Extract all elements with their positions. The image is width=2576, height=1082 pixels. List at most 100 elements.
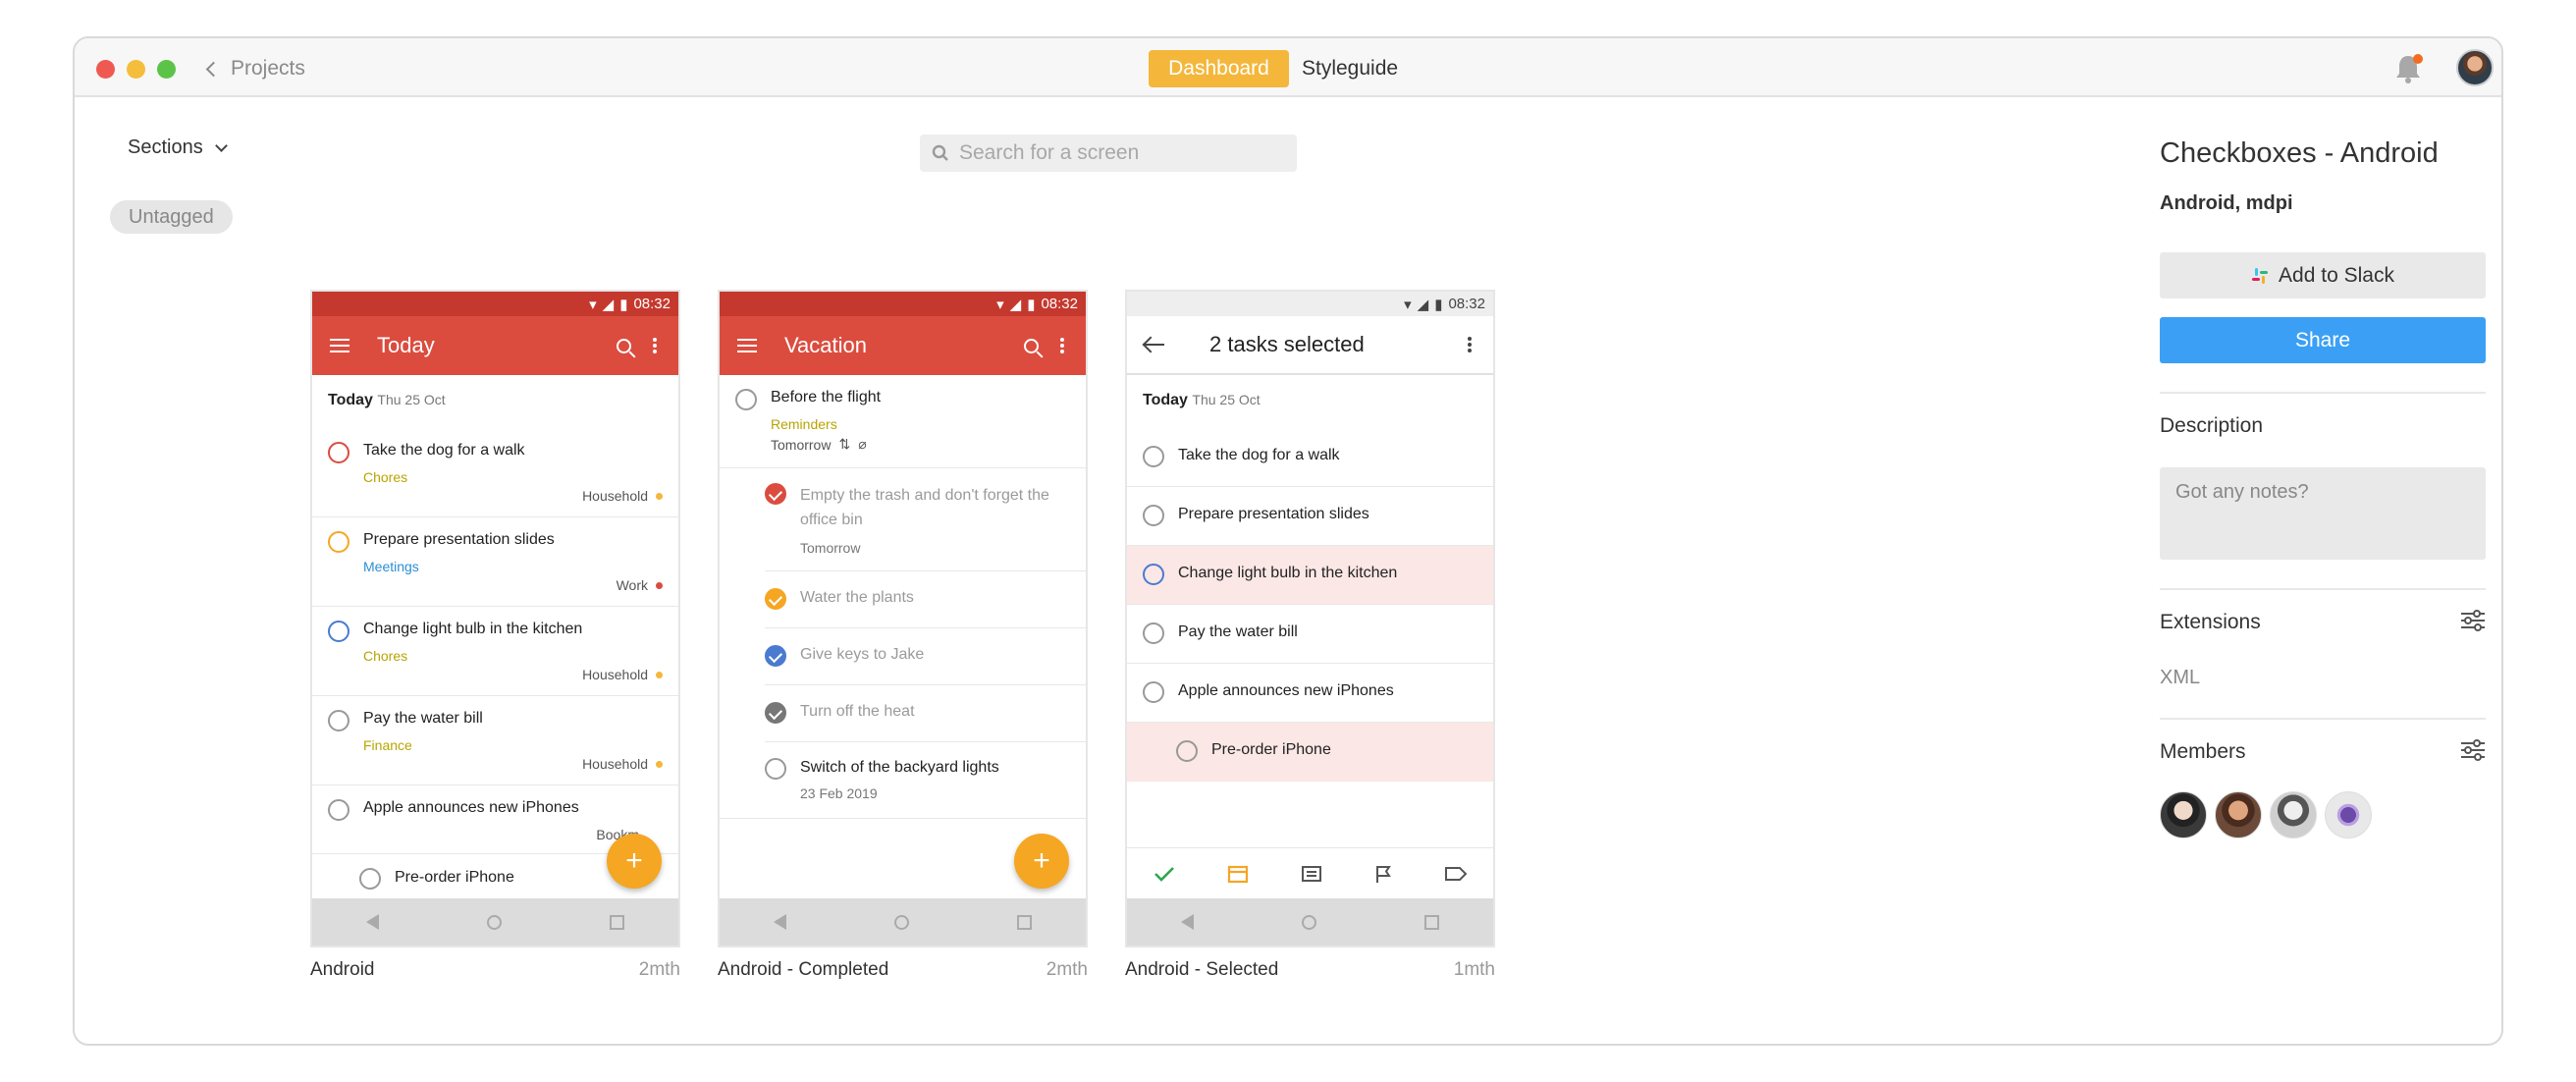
- screen-caption: Android 2mth: [310, 959, 680, 981]
- task-row: Change light bulb in the kitchen Chores …: [312, 607, 678, 696]
- screen-thumbnail[interactable]: ▾ ◢ ▮ 08:32 Vacation Before the flight R…: [718, 290, 1088, 947]
- divider: [2160, 392, 2486, 394]
- nav-home-icon: [487, 914, 502, 930]
- status-time: 08:32: [633, 296, 671, 312]
- back-to-projects-link[interactable]: Projects: [204, 54, 305, 83]
- screen-name[interactable]: Android - Completed: [718, 959, 888, 981]
- checkbox-icon: [328, 442, 349, 463]
- notes-textarea[interactable]: Got any notes?: [2160, 467, 2486, 560]
- more-vert-icon: [1060, 344, 1064, 348]
- task-title: Before the flight: [771, 389, 882, 406]
- android-nav-bar: [720, 898, 1086, 946]
- sections-dropdown[interactable]: Sections: [128, 136, 228, 159]
- app-window: Projects Dashboard Styleguide Sections U…: [73, 36, 2503, 1046]
- screen-name[interactable]: Android - Selected: [1125, 959, 1278, 981]
- selection-toolbar: [1127, 847, 1493, 898]
- task-meta: Tomorrow ⇅ ⌀: [771, 436, 867, 453]
- nav-recents-icon: [1017, 914, 1032, 930]
- project-color-dot: [656, 492, 663, 500]
- tab-dashboard[interactable]: Dashboard: [1149, 50, 1289, 87]
- screen-card-android-completed[interactable]: ▾ ◢ ▮ 08:32 Vacation Before the flight R…: [718, 290, 1088, 981]
- attachment-icon: ⌀: [858, 436, 867, 452]
- screen-thumbnail[interactable]: ▾ ◢ ▮ 08:32 2 tasks selected Today Thu 2…: [1125, 290, 1495, 947]
- task-title: Pre-order iPhone: [395, 869, 514, 886]
- day-date: Thu 25 Oct: [1192, 392, 1261, 407]
- add-to-slack-button[interactable]: Add to Slack: [2160, 252, 2486, 298]
- screen-age: 1mth: [1453, 959, 1495, 980]
- wifi-icon: ▾: [1404, 296, 1412, 313]
- app-bar: Today: [312, 316, 678, 375]
- task-title: Apple announces new iPhones: [1178, 682, 1394, 699]
- zoom-window-button[interactable]: [157, 60, 176, 79]
- back-label: Projects: [231, 57, 305, 80]
- members-heading: Members: [2160, 740, 2246, 763]
- tab-styleguide[interactable]: Styleguide: [1302, 50, 1398, 87]
- task-row: Apple announces new iPhones: [1127, 664, 1493, 723]
- screen-card-android[interactable]: ▾ ◢ ▮ 08:32 Today Today Thu 25 Oct Take …: [310, 290, 680, 981]
- checkbox-icon: [359, 868, 381, 890]
- task-title: Switch of the backyard lights: [800, 759, 999, 776]
- day-label: Today: [328, 392, 373, 408]
- member-avatar[interactable]: [2325, 791, 2372, 839]
- schedule-calendar-icon: [1227, 865, 1248, 883]
- screen-title: Checkboxes - Android: [2160, 137, 2439, 169]
- wifi-icon: ▾: [996, 296, 1004, 313]
- screen-card-android-selected[interactable]: ▾ ◢ ▮ 08:32 2 tasks selected Today Thu 2…: [1125, 290, 1495, 981]
- divider: [2160, 718, 2486, 720]
- task-title: Pay the water bill: [363, 710, 483, 727]
- member-avatar[interactable]: [2215, 791, 2262, 839]
- status-bar: ▾ ◢ ▮ 08:32: [1127, 292, 1493, 316]
- close-window-button[interactable]: [96, 60, 115, 79]
- task-label: Finance: [363, 737, 412, 753]
- extension-xml[interactable]: XML: [2160, 667, 2200, 689]
- user-avatar[interactable]: [2456, 49, 2494, 86]
- task-title: Water the plants: [800, 589, 914, 606]
- day-header: Today Thu 25 Oct: [312, 375, 678, 428]
- arrow-back-icon: [1145, 343, 1164, 347]
- complete-check-icon: [1154, 866, 1174, 882]
- app-bar-title: 2 tasks selected: [1209, 332, 1365, 356]
- task-title: Pre-order iPhone: [1211, 741, 1331, 758]
- task-title: Turn off the heat: [800, 703, 915, 720]
- task-due: 23 Feb 2019: [800, 785, 878, 801]
- screen-caption: Android - Completed 2mth: [718, 959, 1088, 981]
- wifi-icon: ▾: [589, 296, 597, 313]
- untagged-tag[interactable]: Untagged: [110, 200, 233, 234]
- task-label: Chores: [363, 648, 408, 664]
- screen-name[interactable]: Android: [310, 959, 375, 981]
- checkbox-icon: [1143, 564, 1164, 585]
- nav-back-icon: [366, 914, 379, 930]
- notification-bell-icon[interactable]: [2391, 52, 2425, 85]
- screen-thumbnail[interactable]: ▾ ◢ ▮ 08:32 Today Today Thu 25 Oct Take …: [310, 290, 680, 947]
- more-vert-icon: [1468, 343, 1472, 347]
- priority-flag-icon: [1375, 865, 1391, 883]
- project-name: Household: [582, 756, 648, 772]
- task-due: Tomorrow: [800, 540, 861, 556]
- task-title: Prepare presentation slides: [1178, 506, 1369, 522]
- task-row-selected: Change light bulb in the kitchen: [1127, 546, 1493, 605]
- signal-icon: ◢: [1417, 296, 1429, 313]
- task-title: Change light bulb in the kitchen: [363, 621, 583, 637]
- extensions-settings-icon[interactable]: [2460, 610, 2486, 631]
- member-avatar[interactable]: [2160, 791, 2207, 839]
- minimize-window-button[interactable]: [127, 60, 145, 79]
- task-row: Prepare presentation slides Meetings Wor…: [312, 517, 678, 607]
- task-row: Prepare presentation slides: [1127, 487, 1493, 546]
- share-button[interactable]: Share: [2160, 317, 2486, 363]
- task-label: Chores: [363, 469, 408, 485]
- screen-search-field[interactable]: Search for a screen: [920, 135, 1297, 172]
- checkbox-icon: [328, 710, 349, 731]
- members-settings-icon[interactable]: [2460, 739, 2486, 761]
- task-title: Apple announces new iPhones: [363, 799, 579, 816]
- slack-icon: [2252, 267, 2269, 284]
- task-title: Give keys to Jake: [800, 646, 925, 663]
- more-vert-icon: [653, 344, 657, 348]
- sections-label: Sections: [128, 136, 203, 158]
- project-color-dot: [656, 760, 663, 768]
- task-row: Switch of the backyard lights 23 Feb 201…: [720, 742, 1086, 819]
- android-nav-bar: [1127, 898, 1493, 946]
- add-task-fab[interactable]: +: [1014, 834, 1069, 889]
- add-task-fab[interactable]: +: [607, 834, 662, 889]
- task-row: Empty the trash and don't forget the off…: [765, 468, 1086, 571]
- member-avatar[interactable]: [2270, 791, 2317, 839]
